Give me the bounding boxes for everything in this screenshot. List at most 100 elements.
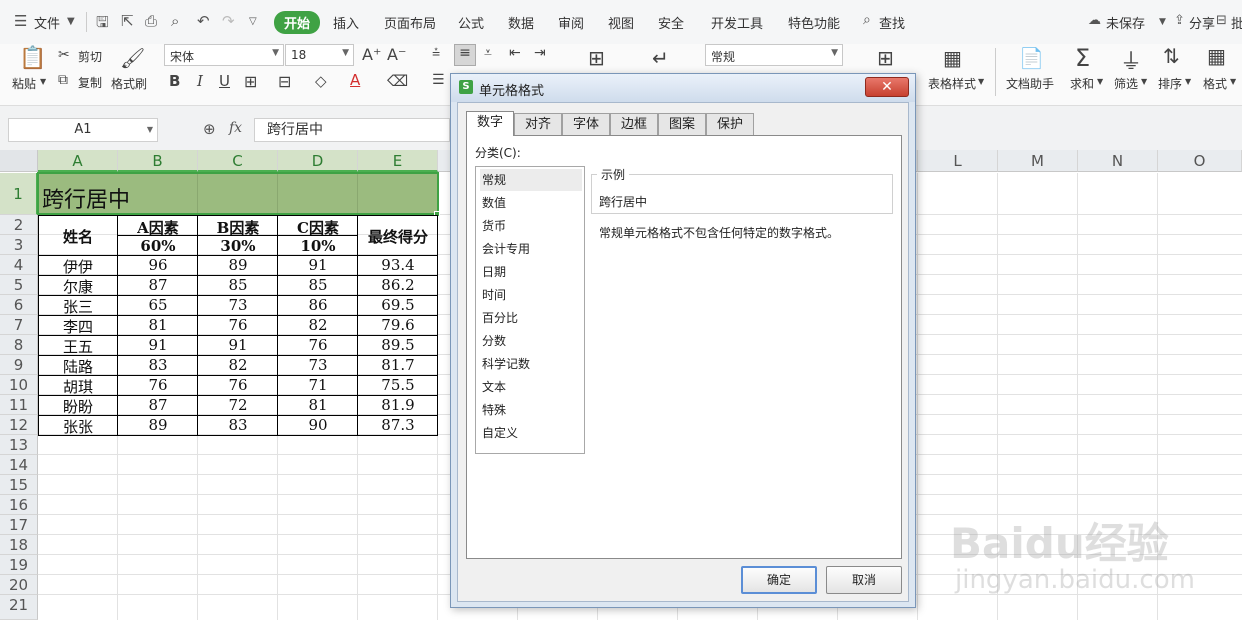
chevron-down-icon[interactable]: ▼ [1097, 77, 1103, 86]
row-header[interactable]: 8 [0, 335, 38, 355]
table-cell[interactable]: 79.6 [358, 316, 438, 334]
table-cell[interactable]: 91 [198, 336, 278, 354]
table-cell[interactable]: 76 [278, 336, 358, 354]
table-style-button[interactable]: 表格样式 [928, 75, 976, 92]
category-item-general[interactable]: 常规 [480, 169, 582, 191]
row-header[interactable]: 21 [0, 595, 38, 620]
fill-color-icon[interactable]: ◇ [315, 72, 327, 90]
table-cell[interactable]: 83 [118, 356, 198, 374]
table-cell[interactable]: 96 [118, 256, 198, 274]
filter-icon[interactable]: ⏚ [1120, 44, 1142, 76]
row-header[interactable]: 9 [0, 355, 38, 375]
conditional-format-icon[interactable]: ⊞ [877, 46, 894, 70]
column-header[interactable]: B [118, 150, 198, 172]
decrease-font-icon[interactable]: A⁻ [387, 45, 406, 64]
row-header[interactable]: 6 [0, 295, 38, 315]
copy-button[interactable]: 复制 [78, 74, 102, 91]
tab-number[interactable]: 数字 [466, 111, 514, 136]
number-format-select[interactable]: 常规 ▼ [705, 44, 843, 66]
table-cell[interactable]: 73 [198, 296, 278, 314]
customize-chevron-icon[interactable]: ▽ [249, 16, 257, 27]
table-cell[interactable]: 85 [198, 276, 278, 294]
header-factor-c-cell[interactable]: C因素 [278, 217, 358, 238]
chevron-down-icon[interactable]: ▼ [67, 16, 75, 27]
row-header[interactable]: 19 [0, 555, 38, 575]
tab-review[interactable]: 审阅 [558, 13, 584, 32]
tab-font[interactable]: 字体 [562, 113, 610, 136]
chevron-down-icon[interactable]: ▼ [1159, 17, 1166, 27]
sum-button[interactable]: 求和 [1070, 75, 1094, 92]
category-item-custom[interactable]: 自定义 [480, 422, 582, 444]
row-header[interactable]: 10 [0, 375, 38, 395]
header-name-cell[interactable]: 姓名 [38, 226, 118, 247]
column-header[interactable]: A [38, 150, 118, 172]
category-item-special[interactable]: 特殊 [480, 399, 582, 421]
indent-increase-icon[interactable]: ⇥ [534, 45, 546, 61]
chevron-down-icon[interactable]: ▼ [978, 77, 984, 86]
row-header[interactable]: 15 [0, 475, 38, 495]
column-header[interactable]: M [998, 150, 1078, 172]
header-factor-b-cell[interactable]: B因素 [198, 217, 278, 238]
table-cell[interactable]: 81 [278, 396, 358, 414]
table-cell[interactable]: 65 [118, 296, 198, 314]
category-item-currency[interactable]: 货币 [480, 215, 582, 237]
merge-cells-icon[interactable]: ⊞ [588, 46, 605, 70]
print-icon[interactable]: ⎙ [145, 12, 157, 30]
increase-font-icon[interactable]: A⁺ [362, 45, 381, 64]
table-cell[interactable]: 93.4 [358, 256, 438, 274]
filter-button[interactable]: 筛选 [1114, 75, 1138, 92]
tab-data[interactable]: 数据 [508, 13, 534, 32]
category-item-time[interactable]: 时间 [480, 284, 582, 306]
table-cell[interactable]: 73 [278, 356, 358, 374]
doc-helper-icon[interactable]: 📄 [1019, 46, 1044, 70]
weight-b-cell[interactable]: 30% [198, 237, 278, 255]
category-item-date[interactable]: 日期 [480, 261, 582, 283]
row-header[interactable]: 11 [0, 395, 38, 415]
cut-button[interactable]: 剪切 [78, 48, 102, 65]
formula-input[interactable]: 跨行居中 [254, 118, 450, 142]
batch-button[interactable]: 批 [1231, 13, 1242, 32]
chevron-down-icon[interactable]: ▼ [1141, 77, 1147, 86]
fx-icon[interactable]: fx [229, 120, 242, 136]
font-size-select[interactable]: 18 ▼ [285, 44, 354, 66]
table-cell[interactable]: 陆路 [38, 356, 118, 377]
weight-c-cell[interactable]: 10% [278, 237, 358, 255]
category-item-percentage[interactable]: 百分比 [480, 307, 582, 329]
table-cell[interactable]: 王五 [38, 336, 118, 357]
table-cell[interactable]: 76 [118, 376, 198, 394]
table-cell[interactable]: 69.5 [358, 296, 438, 314]
category-list[interactable]: 常规 数值 货币 会计专用 日期 时间 百分比 分数 科学记数 文本 特殊 自定… [475, 166, 585, 454]
dialog-titlebar[interactable]: S 单元格格式 ✕ [451, 74, 915, 102]
tab-home[interactable]: 开始 [274, 11, 321, 34]
format-painter-button[interactable]: 格式刷 [111, 75, 147, 92]
table-cell[interactable]: 86 [278, 296, 358, 314]
table-cell[interactable]: 尔康 [38, 276, 118, 297]
search-button[interactable]: 查找 [879, 13, 905, 32]
font-name-select[interactable]: 宋体 ▼ [164, 44, 284, 66]
align-left-icon[interactable]: ☰ [432, 72, 445, 88]
ok-button[interactable]: 确定 [741, 566, 817, 594]
table-cell[interactable]: 86.2 [358, 276, 438, 294]
table-cell[interactable]: 李四 [38, 316, 118, 337]
table-cell[interactable]: 81 [118, 316, 198, 334]
table-cell[interactable]: 75.5 [358, 376, 438, 394]
print-preview-icon[interactable]: ⌕ [171, 12, 179, 30]
chevron-down-icon[interactable]: ▼ [1230, 77, 1236, 86]
sum-icon[interactable]: Σ [1075, 44, 1090, 72]
export-icon[interactable]: ⇱ [121, 12, 134, 30]
copy-icon[interactable]: ⧉ [58, 72, 68, 88]
table-cell[interactable]: 81.7 [358, 356, 438, 374]
category-item-text[interactable]: 文本 [480, 376, 582, 398]
table-cell[interactable]: 89 [118, 416, 198, 434]
cancel-button[interactable]: 取消 [826, 566, 902, 594]
paste-button[interactable]: 粘贴 [12, 75, 36, 92]
row-header[interactable]: 13 [0, 435, 38, 455]
tab-protection[interactable]: 保护 [706, 113, 754, 136]
hamburger-icon[interactable]: ☰ [14, 12, 27, 30]
tab-alignment[interactable]: 对齐 [514, 113, 562, 136]
tab-developer[interactable]: 开发工具 [711, 13, 763, 32]
table-cell[interactable]: 91 [278, 256, 358, 274]
table-cell[interactable]: 伊伊 [38, 256, 118, 277]
row-header[interactable]: 18 [0, 535, 38, 555]
table-cell[interactable]: 张三 [38, 296, 118, 317]
